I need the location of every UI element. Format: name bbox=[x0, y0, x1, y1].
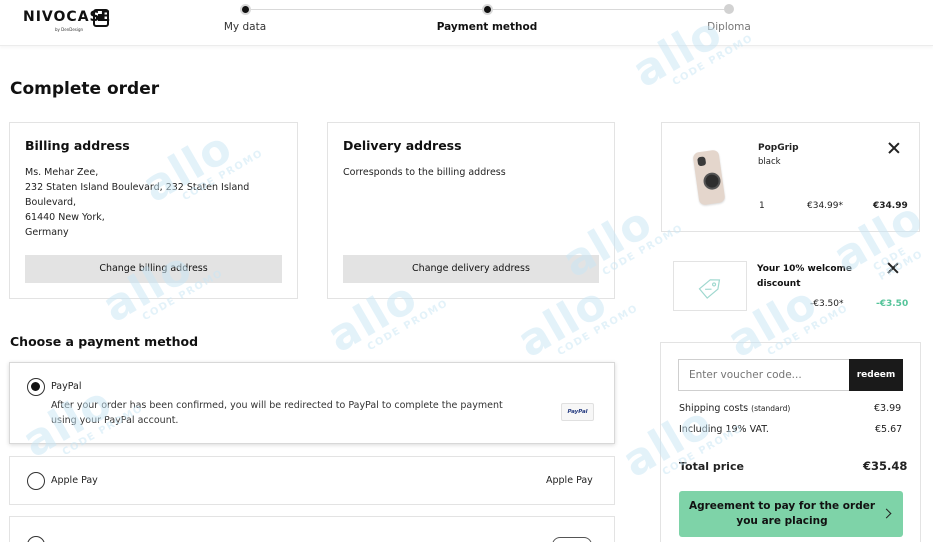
place-order-button[interactable]: Agreement to pay for the order you are p… bbox=[679, 491, 903, 537]
address-line: Ms. Mehar Zee, bbox=[25, 167, 99, 178]
vat-label: Including 19% VAT. bbox=[679, 424, 769, 435]
payment-option-3-logo-icon bbox=[552, 537, 592, 542]
step-my-data[interactable]: My data bbox=[224, 21, 266, 33]
apple-pay-logo-text: Apple Pay bbox=[546, 475, 593, 486]
logo-mark-icon bbox=[93, 9, 109, 27]
popgrip-image bbox=[702, 171, 722, 191]
product-unit-price: €34.99* bbox=[807, 201, 843, 211]
voucher-code-input[interactable] bbox=[678, 359, 849, 391]
paypal-label: PayPal bbox=[51, 381, 82, 392]
product-image[interactable] bbox=[692, 149, 728, 207]
address-line: Boulevard, bbox=[25, 197, 77, 208]
discount-image-box bbox=[673, 261, 747, 311]
paypal-logo-icon: PayPal bbox=[561, 403, 594, 421]
paypal-description: After your order has been confirmed, you… bbox=[51, 400, 503, 426]
apple-pay-label: Apple Pay bbox=[51, 475, 98, 486]
billing-title: Billing address bbox=[25, 138, 130, 153]
address-line: Germany bbox=[25, 227, 69, 238]
page-title: Complete order bbox=[10, 79, 160, 99]
payment-method-heading: Choose a payment method bbox=[10, 334, 199, 349]
step-dot-my-data bbox=[240, 4, 251, 15]
step-payment-method: Payment method bbox=[436, 21, 538, 33]
remove-item-close-icon[interactable] bbox=[888, 142, 900, 154]
redeem-button[interactable]: redeem bbox=[849, 359, 903, 391]
vat-value: €5.67 bbox=[875, 424, 903, 435]
watermark-subtext: CODE PROMO bbox=[871, 245, 926, 284]
change-billing-address-button[interactable]: Change billing address bbox=[25, 255, 282, 283]
place-order-label: Agreement to pay for the order you are p… bbox=[688, 500, 876, 527]
camera-icon bbox=[697, 156, 707, 167]
paypal-radio[interactable] bbox=[27, 378, 45, 396]
step-dot-diploma bbox=[724, 4, 734, 14]
payment-option-3-radio[interactable] bbox=[27, 536, 45, 542]
discount-name: Your 10% welcome discount bbox=[757, 264, 853, 289]
address-line: 61440 New York, bbox=[25, 212, 105, 223]
remove-discount-close-icon[interactable] bbox=[887, 262, 899, 274]
product-quantity: 1 bbox=[759, 201, 765, 211]
step-dot-payment bbox=[482, 4, 493, 15]
logo-subtitle: by DenDesign bbox=[55, 27, 84, 32]
payment-option-3[interactable] bbox=[9, 516, 615, 542]
total-value: €35.48 bbox=[863, 459, 908, 473]
payment-option-apple-pay[interactable]: Apple Pay Apple Pay bbox=[9, 456, 615, 505]
product-name[interactable]: PopGrip bbox=[758, 143, 799, 153]
apple-pay-radio[interactable] bbox=[27, 472, 45, 490]
step-diploma: Diploma bbox=[707, 21, 751, 33]
product-line-total: €34.99 bbox=[873, 201, 908, 211]
discount-total: -€3.50 bbox=[876, 299, 909, 309]
checkout-header: NIVOCASE by DenDesign My data Payment me… bbox=[0, 0, 933, 46]
billing-address-card: Billing address Ms. Mehar Zee, 232 State… bbox=[9, 122, 298, 299]
watermark-subtext: CODE PROMO bbox=[555, 302, 641, 359]
delivery-title: Delivery address bbox=[343, 138, 462, 153]
shipping-value: €3.99 bbox=[874, 403, 902, 414]
shipping-label-text: Shipping costs bbox=[679, 403, 749, 414]
address-line: 232 Staten Island Boulevard, 232 Staten … bbox=[25, 182, 250, 193]
watermark-subtext: CODE PROMO bbox=[365, 297, 451, 354]
phone-case-image bbox=[692, 149, 726, 206]
cart-item-card: PopGrip black 1 €34.99* €34.99 bbox=[661, 122, 920, 232]
shipping-note: (standard) bbox=[751, 404, 791, 413]
tag-icon bbox=[698, 279, 721, 299]
change-delivery-address-button[interactable]: Change delivery address bbox=[343, 255, 599, 283]
shipping-label: Shipping costs (standard) bbox=[679, 403, 790, 414]
delivery-address-text: Corresponds to the billing address bbox=[343, 167, 506, 178]
total-label: Total price bbox=[679, 460, 744, 473]
billing-address-text: Ms. Mehar Zee, 232 Staten Island Bouleva… bbox=[25, 165, 249, 240]
discount-amount: -€3.50* bbox=[810, 299, 844, 309]
chevron-right-icon bbox=[881, 508, 892, 519]
product-variant: black bbox=[758, 157, 781, 167]
delivery-address-card: Delivery address Corresponds to the bill… bbox=[327, 122, 615, 299]
payment-option-paypal[interactable]: PayPal After your order has been confirm… bbox=[9, 362, 615, 444]
